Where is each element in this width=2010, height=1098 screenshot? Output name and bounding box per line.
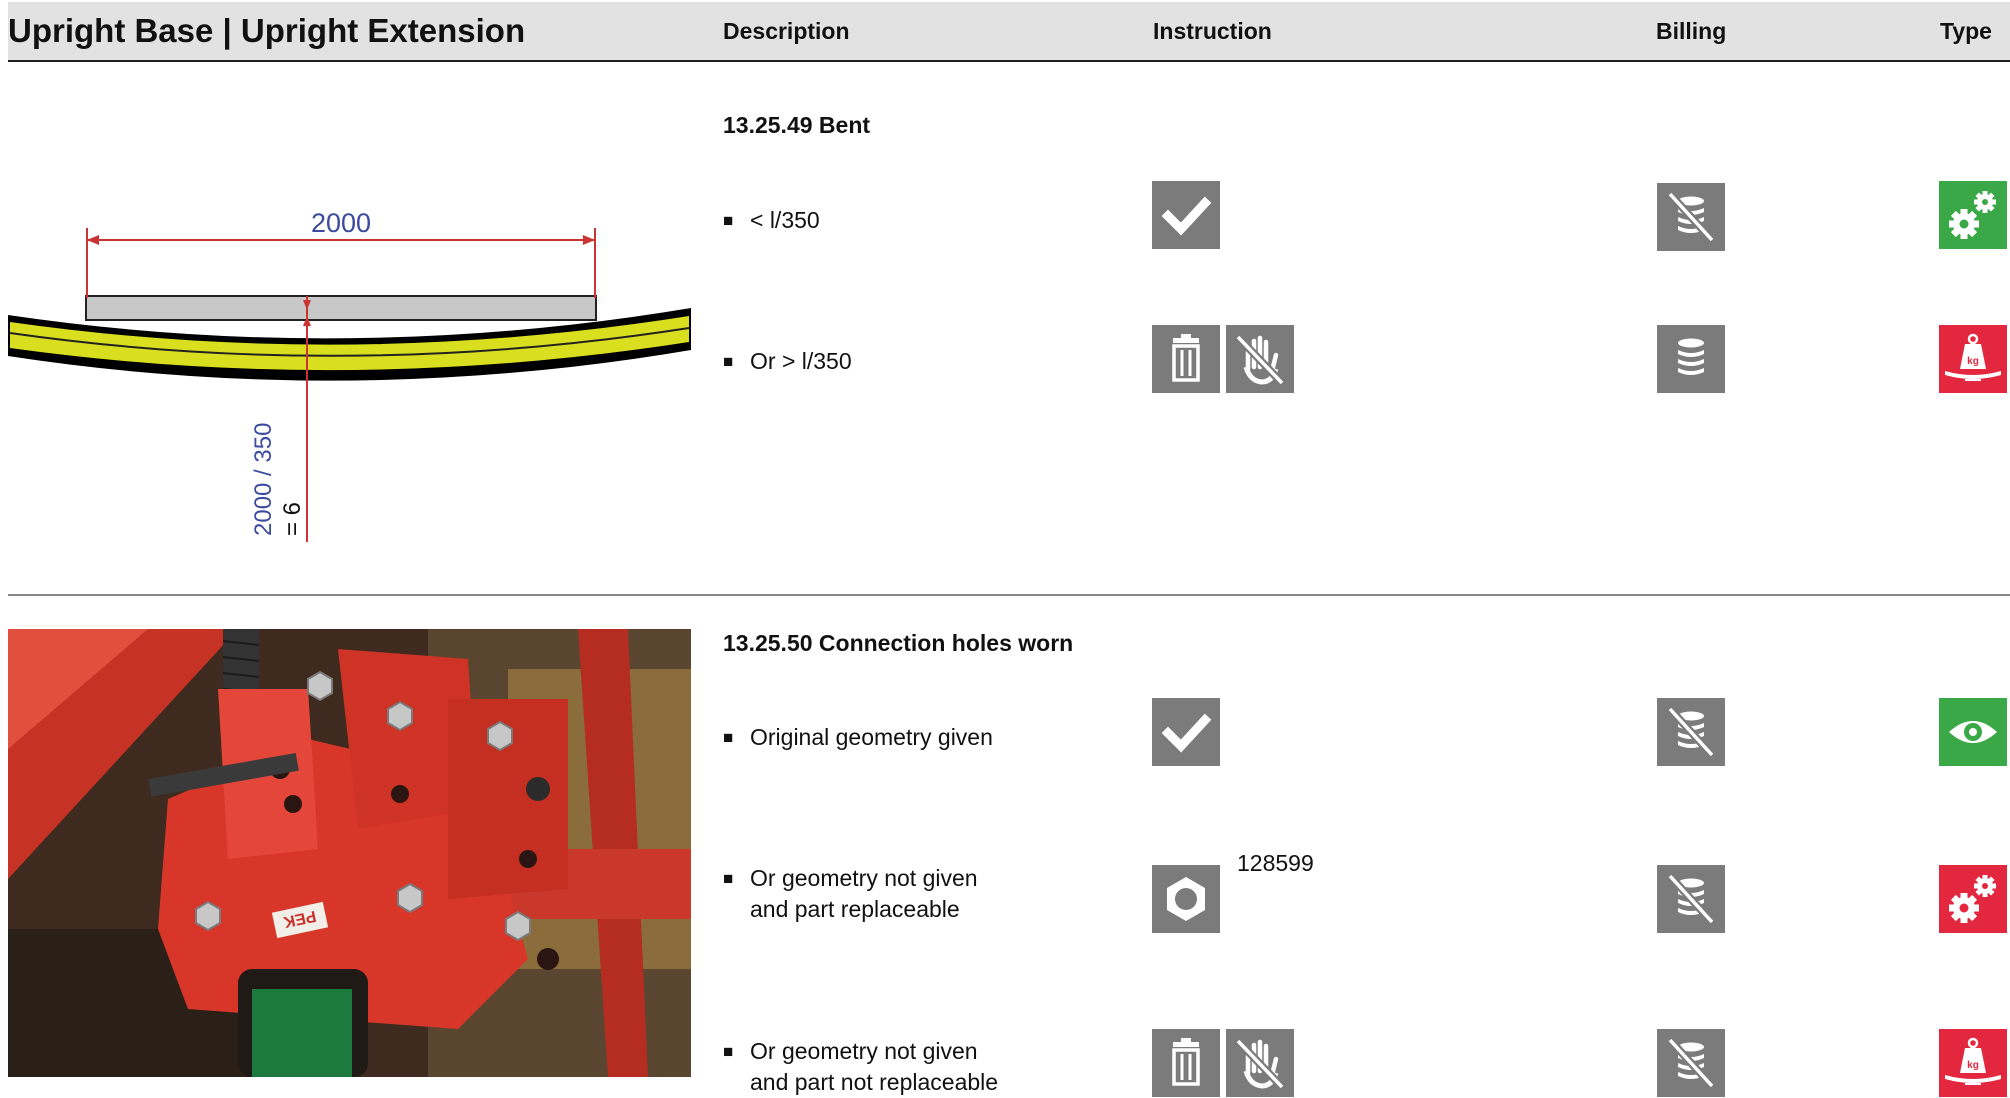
weight-kg-icon (1939, 325, 2007, 393)
no-billing-icon (1657, 698, 1725, 766)
option-label: Original geometry given (750, 724, 993, 750)
column-header-billing: Billing (1656, 18, 1727, 44)
weight-kg-icon (1939, 1029, 2007, 1097)
option-label: Or > l/350 (750, 348, 852, 374)
eye-icon (1939, 698, 2007, 766)
drawing-result-label: = 6 (279, 502, 306, 536)
no-hand-icon (1226, 1029, 1294, 1097)
column-header-description: Description (723, 18, 850, 44)
option-label-line-2: and part replaceable (750, 896, 960, 922)
bullet: ■ (723, 352, 734, 371)
column-header-instruction: Instruction (1153, 18, 1272, 44)
drawing-length-label: 2000 (311, 208, 371, 238)
bullet: ■ (723, 211, 734, 230)
section-title-connection-holes-worn: 13.25.50 Connection holes worn (723, 630, 1074, 656)
no-billing-icon (1657, 1029, 1725, 1097)
section-title-bent: 13.25.49 Bent (723, 112, 871, 138)
billing-icon (1657, 325, 1725, 393)
check-icon (1152, 698, 1220, 766)
option-label: < l/350 (750, 207, 820, 233)
connection-photo: PEK (8, 629, 691, 1077)
no-billing-icon (1657, 865, 1725, 933)
gears-icon (1939, 181, 2007, 249)
bullet: ■ (723, 728, 734, 747)
gears-icon (1939, 865, 2007, 933)
check-icon (1152, 181, 1220, 249)
no-hand-icon (1226, 325, 1294, 393)
no-billing-icon (1657, 183, 1725, 251)
drawing-deflection-label: 2000 / 350 (250, 423, 277, 536)
option-label: Or geometry not given (750, 865, 978, 891)
trash-icon (1152, 1029, 1220, 1097)
option-label: Or geometry not given (750, 1038, 978, 1064)
option-label-line-2: and part not replaceable (750, 1069, 999, 1095)
bullet: ■ (723, 869, 734, 888)
page-title: Upright Base | Upright Extension (8, 12, 526, 49)
table-header: Upright Base | Upright Extension Descrip… (8, 2, 2010, 62)
section-divider (8, 594, 2010, 596)
column-header-type: Type (1940, 18, 1992, 44)
bent-tolerance-drawing: 2000 2000 / 350 = 6 (8, 180, 691, 550)
bullet: ■ (723, 1042, 734, 1061)
part-number: 128599 (1237, 850, 1314, 876)
trash-icon (1152, 325, 1220, 393)
nut-icon (1152, 865, 1220, 933)
